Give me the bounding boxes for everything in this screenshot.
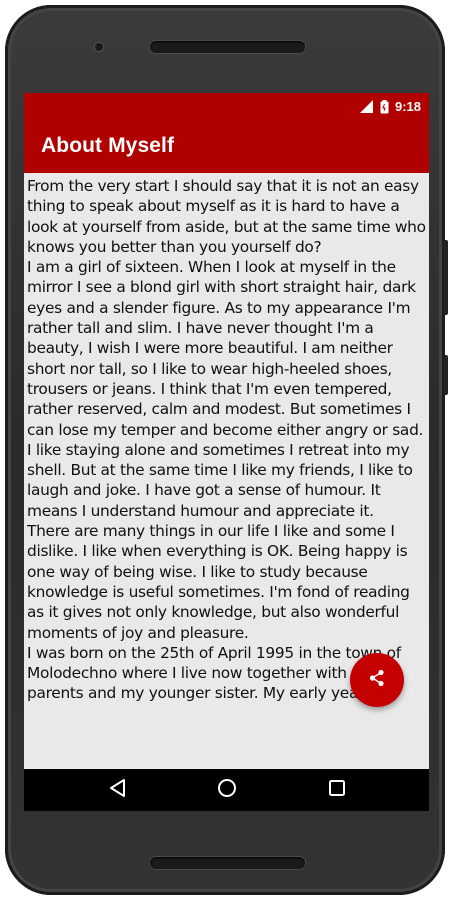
status-bar: 4 9:18	[24, 93, 429, 120]
recents-button[interactable]	[307, 769, 367, 811]
battery-icon	[380, 99, 389, 114]
home-button[interactable]	[197, 769, 257, 811]
paragraph: There are many things in our life I like…	[27, 522, 410, 642]
svg-text:4: 4	[361, 103, 366, 111]
top-speaker	[150, 41, 305, 53]
front-camera	[95, 43, 103, 51]
signal-icon: 4	[359, 100, 374, 113]
home-icon	[217, 778, 237, 803]
power-button	[443, 240, 448, 315]
bottom-speaker	[150, 857, 305, 869]
paragraph: I am a girl of sixteen. When I look at m…	[27, 258, 424, 520]
share-icon	[368, 669, 386, 692]
back-icon	[108, 778, 128, 803]
screen: 4 9:18 About Myself From the very start …	[24, 93, 429, 811]
back-button[interactable]	[88, 769, 148, 811]
navigation-bar	[24, 769, 429, 811]
status-time: 9:18	[394, 99, 421, 114]
paragraph: From the very start I should say that it…	[27, 177, 426, 256]
recents-icon	[328, 779, 346, 802]
app-bar: About Myself	[24, 120, 429, 173]
volume-button	[443, 355, 448, 395]
article-body[interactable]: From the very start I should say that it…	[27, 176, 428, 718]
phone-frame: 4 9:18 About Myself From the very start …	[5, 5, 448, 895]
share-button[interactable]	[350, 653, 404, 707]
page-title: About Myself	[41, 134, 175, 157]
